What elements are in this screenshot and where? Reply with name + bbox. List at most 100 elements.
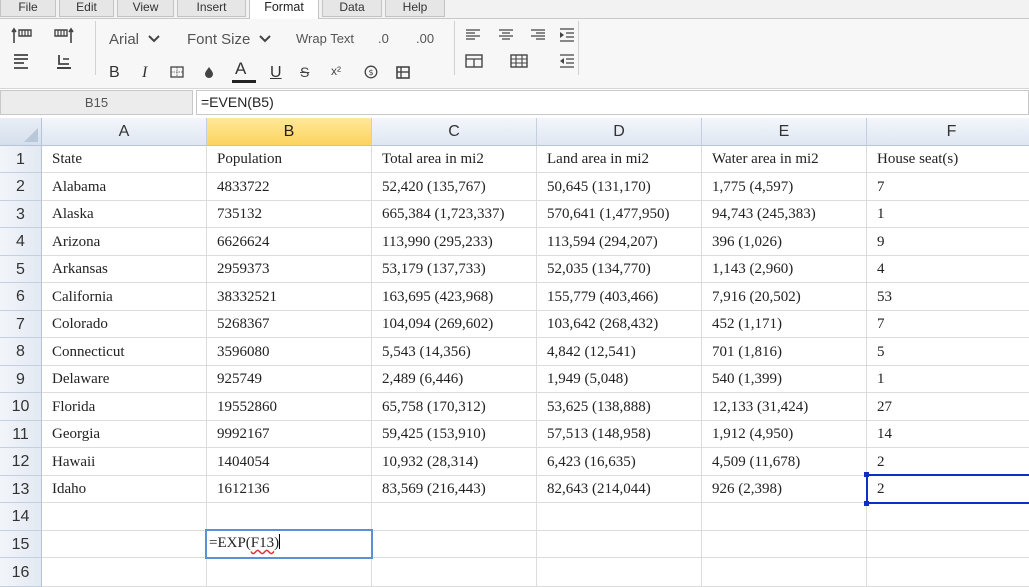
- row-header-10[interactable]: 10: [0, 393, 42, 421]
- cell-a11[interactable]: Georgia: [42, 421, 207, 448]
- wrap-text-button[interactable]: Wrap Text: [296, 31, 354, 46]
- row-header-2[interactable]: 2: [0, 173, 42, 201]
- currency-icon[interactable]: $: [363, 64, 379, 80]
- cell-f9[interactable]: 1: [867, 366, 1029, 393]
- cell-b14[interactable]: [207, 503, 372, 531]
- fill-color-icon[interactable]: [201, 64, 217, 80]
- cell-a16[interactable]: [42, 558, 207, 587]
- insert-row-below-icon[interactable]: [10, 52, 34, 72]
- underline-button[interactable]: U: [270, 64, 282, 82]
- cell-e3[interactable]: 94,743 (245,383): [702, 201, 867, 228]
- align-center-icon[interactable]: [497, 27, 515, 43]
- cell-b10[interactable]: 19552860: [207, 393, 372, 421]
- selection-handle[interactable]: [864, 472, 869, 477]
- menu-tab-data[interactable]: Data: [322, 0, 382, 17]
- cell-b12[interactable]: 1404054: [207, 448, 372, 476]
- cell-e8[interactable]: 701 (1,816): [702, 338, 867, 366]
- cell-b7[interactable]: 5268367: [207, 311, 372, 338]
- cell-d10[interactable]: 53,625 (138,888): [537, 393, 702, 421]
- menu-tab-file[interactable]: File: [0, 0, 56, 17]
- cell-f11[interactable]: 14: [867, 421, 1029, 448]
- cell-f14[interactable]: [867, 503, 1029, 531]
- cell-a12[interactable]: Hawaii: [42, 448, 207, 476]
- column-header-d[interactable]: D: [537, 118, 702, 146]
- cell-d14[interactable]: [537, 503, 702, 531]
- row-header-16[interactable]: 16: [0, 558, 42, 587]
- borders-icon[interactable]: [169, 65, 185, 79]
- cell-f2[interactable]: 7: [867, 173, 1029, 201]
- cell-e9[interactable]: 540 (1,399): [702, 366, 867, 393]
- insert-column-icon[interactable]: [52, 26, 76, 46]
- cell-c4[interactable]: 113,990 (295,233): [372, 228, 537, 256]
- cell-a15[interactable]: [42, 531, 207, 558]
- row-header-4[interactable]: 4: [0, 228, 42, 256]
- cell-b6[interactable]: 38332521: [207, 283, 372, 311]
- delete-row-icon[interactable]: [52, 52, 76, 72]
- cell-a13[interactable]: Idaho: [42, 476, 207, 503]
- cell-f3[interactable]: 1: [867, 201, 1029, 228]
- cell-e1[interactable]: Water area in mi2: [702, 146, 867, 173]
- cell-b3[interactable]: 735132: [207, 201, 372, 228]
- cell-e4[interactable]: 396 (1,026): [702, 228, 867, 256]
- cell-d7[interactable]: 103,642 (268,432): [537, 311, 702, 338]
- cell-d4[interactable]: 113,594 (294,207): [537, 228, 702, 256]
- cell-e15[interactable]: [702, 531, 867, 558]
- cell-a5[interactable]: Arkansas: [42, 256, 207, 283]
- cell-c9[interactable]: 2,489 (6,446): [372, 366, 537, 393]
- column-header-b[interactable]: B: [207, 118, 372, 146]
- superscript-button[interactable]: x²: [331, 64, 341, 78]
- cell-b5[interactable]: 2959373: [207, 256, 372, 283]
- cell-e11[interactable]: 1,912 (4,950): [702, 421, 867, 448]
- column-header-c[interactable]: C: [372, 118, 537, 146]
- row-header-9[interactable]: 9: [0, 366, 42, 393]
- cell-c12[interactable]: 10,932 (28,314): [372, 448, 537, 476]
- cell-b1[interactable]: Population: [207, 146, 372, 173]
- cell-d13[interactable]: 82,643 (214,044): [537, 476, 702, 503]
- cell-e7[interactable]: 452 (1,171): [702, 311, 867, 338]
- cell-a6[interactable]: California: [42, 283, 207, 311]
- align-right-icon[interactable]: [529, 27, 547, 43]
- cell-f5[interactable]: 4: [867, 256, 1029, 283]
- align-left-icon[interactable]: [464, 27, 482, 43]
- cell-b8[interactable]: 3596080: [207, 338, 372, 366]
- cell-f7[interactable]: 7: [867, 311, 1029, 338]
- cell-c7[interactable]: 104,094 (269,602): [372, 311, 537, 338]
- cell-a1[interactable]: State: [42, 146, 207, 173]
- cell-c11[interactable]: 59,425 (153,910): [372, 421, 537, 448]
- row-header-3[interactable]: 3: [0, 201, 42, 228]
- indent-icon[interactable]: [558, 27, 576, 43]
- cell-d11[interactable]: 57,513 (148,958): [537, 421, 702, 448]
- cell-a14[interactable]: [42, 503, 207, 531]
- cell-d5[interactable]: 52,035 (134,770): [537, 256, 702, 283]
- cell-c8[interactable]: 5,543 (14,356): [372, 338, 537, 366]
- menu-tab-format[interactable]: Format: [249, 0, 319, 19]
- row-header-15[interactable]: 15: [0, 531, 42, 558]
- insert-row-above-icon[interactable]: [10, 26, 34, 46]
- cell-c13[interactable]: 83,569 (216,443): [372, 476, 537, 503]
- cell-a8[interactable]: Connecticut: [42, 338, 207, 366]
- cell-d12[interactable]: 6,423 (16,635): [537, 448, 702, 476]
- cell-e5[interactable]: 1,143 (2,960): [702, 256, 867, 283]
- cell-b11[interactable]: 9992167: [207, 421, 372, 448]
- row-header-5[interactable]: 5: [0, 256, 42, 283]
- cell-d9[interactable]: 1,949 (5,048): [537, 366, 702, 393]
- cell-b4[interactable]: 6626624: [207, 228, 372, 256]
- select-all-corner[interactable]: [0, 118, 42, 146]
- font-name-select[interactable]: Arial: [109, 28, 161, 50]
- increase-decimal-button[interactable]: .00: [416, 31, 434, 46]
- cell-a3[interactable]: Alaska: [42, 201, 207, 228]
- row-header-1[interactable]: 1: [0, 146, 42, 173]
- row-header-6[interactable]: 6: [0, 283, 42, 311]
- cell-e2[interactable]: 1,775 (4,597): [702, 173, 867, 201]
- formula-input[interactable]: =EVEN(B5): [196, 90, 1029, 115]
- cell-f8[interactable]: 5: [867, 338, 1029, 366]
- cell-c5[interactable]: 53,179 (137,733): [372, 256, 537, 283]
- cell-a4[interactable]: Arizona: [42, 228, 207, 256]
- cell-c3[interactable]: 665,384 (1,723,337): [372, 201, 537, 228]
- cell-c6[interactable]: 163,695 (423,968): [372, 283, 537, 311]
- merge-cells-icon[interactable]: [395, 64, 411, 80]
- row-header-7[interactable]: 7: [0, 311, 42, 338]
- cell-d6[interactable]: 155,779 (403,466): [537, 283, 702, 311]
- cell-a7[interactable]: Colorado: [42, 311, 207, 338]
- cell-d16[interactable]: [537, 558, 702, 587]
